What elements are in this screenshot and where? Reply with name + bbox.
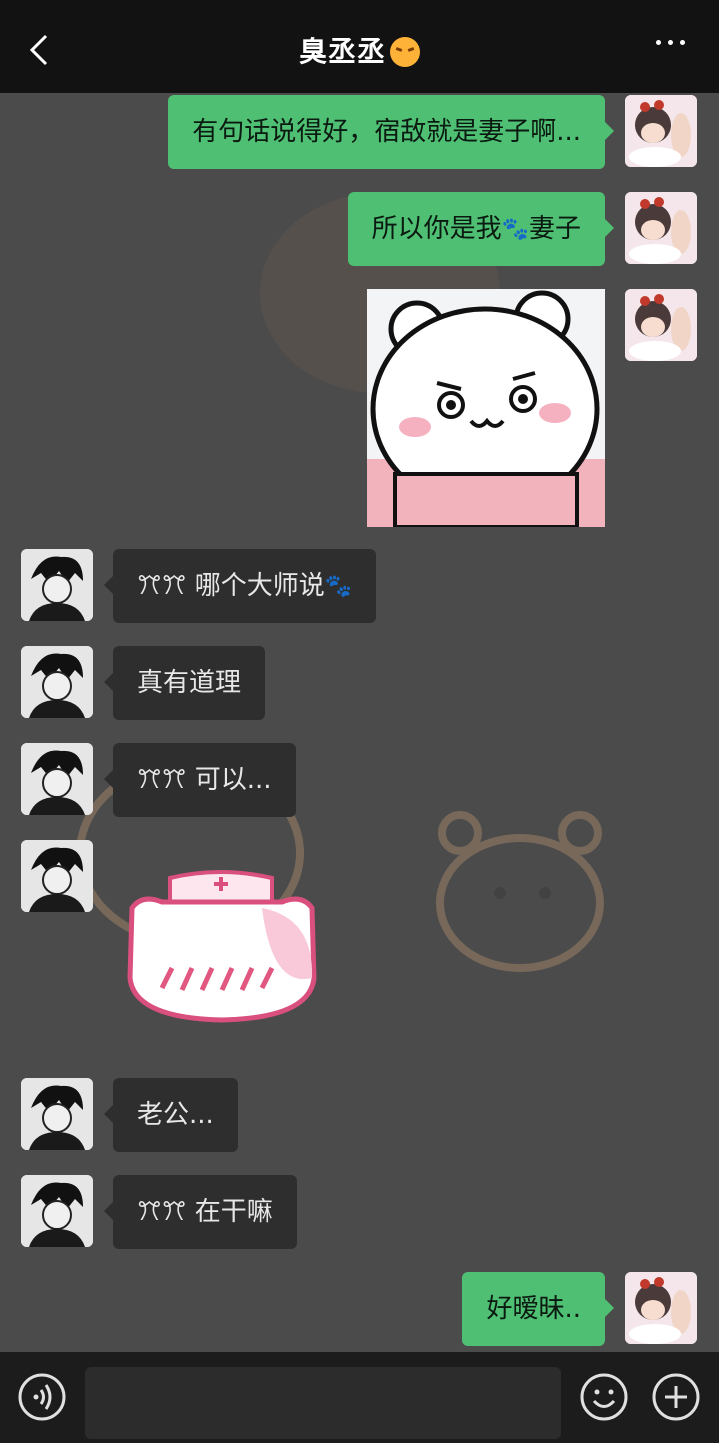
paw-icon: 🐾 [501,217,529,242]
message-bubble[interactable]: ꔫꔫ 在干嘛 [104,1175,297,1249]
voice-icon [18,1373,66,1421]
anime-boy-avatar-image [21,549,93,621]
angry-hamster-sticker[interactable] [367,289,605,527]
anime-boy-avatar-image [21,743,93,815]
anime-boy-avatar-image [21,646,93,718]
message-bubble[interactable]: 真有道理 [103,646,266,720]
my-avatar[interactable] [625,95,697,167]
contact-avatar[interactable] [21,1175,93,1247]
anime-boy-avatar-image [21,1078,93,1150]
anime-boy-avatar-image [21,840,93,912]
message-text: 所以你是我 [371,214,502,244]
contact-avatar[interactable] [21,840,93,912]
my-avatar[interactable] [625,289,697,361]
input-bar [0,1352,719,1443]
my-avatar[interactable] [625,1272,697,1344]
anime-girl-avatar-image [625,289,697,361]
message-text: 妻子 [528,214,581,244]
contact-avatar[interactable] [21,743,93,815]
my-avatar[interactable] [625,192,697,264]
message-bubble[interactable]: 老公... [104,1078,238,1152]
anime-boy-avatar-image [21,1175,93,1247]
voice-input-button[interactable] [17,1372,67,1422]
message-bubble[interactable]: 好暧昧.. [462,1272,614,1346]
nurse-cat-sticker[interactable] [122,868,322,1028]
contact-avatar[interactable] [21,1078,93,1150]
message-bubble[interactable]: ꔫꔫ 可以... [104,743,296,817]
chat-title[interactable]: 臭丞丞 [0,30,719,70]
dot [668,40,673,45]
message-list[interactable]: 有句话说得好，宿敌就是妻子啊... 所以你是我🐾妻子 ꔫꔫ 哪个大师说🐾 真有道… [0,93,719,1352]
chat-header: 臭丞丞 [0,0,719,93]
paw-icon: 🐾 [324,574,353,599]
hamster-wallpaper [76,193,604,972]
message-bubble[interactable]: 有句话说得好，宿敌就是妻子啊... [168,95,614,169]
message-text: ꔫꔫ 哪个大师说 [137,571,325,601]
dot [680,40,685,45]
angry-face-icon [390,37,420,67]
dot [656,40,661,45]
anime-girl-avatar-image [625,1272,697,1344]
emoji-button[interactable] [579,1372,629,1422]
contact-avatar[interactable] [21,549,93,621]
contact-name: 臭丞丞 [298,35,386,68]
message-bubble[interactable]: ꔫꔫ 哪个大师说🐾 [103,549,377,623]
contact-avatar[interactable] [21,646,93,718]
plus-icon [652,1373,700,1421]
more-options-button[interactable] [656,40,685,45]
more-actions-button[interactable] [651,1372,701,1422]
message-bubble[interactable]: 所以你是我🐾妻子 [347,192,615,266]
anime-girl-avatar-image [625,95,697,167]
smiley-icon [580,1373,628,1421]
message-input[interactable] [85,1367,561,1439]
anime-girl-avatar-image [625,192,697,264]
